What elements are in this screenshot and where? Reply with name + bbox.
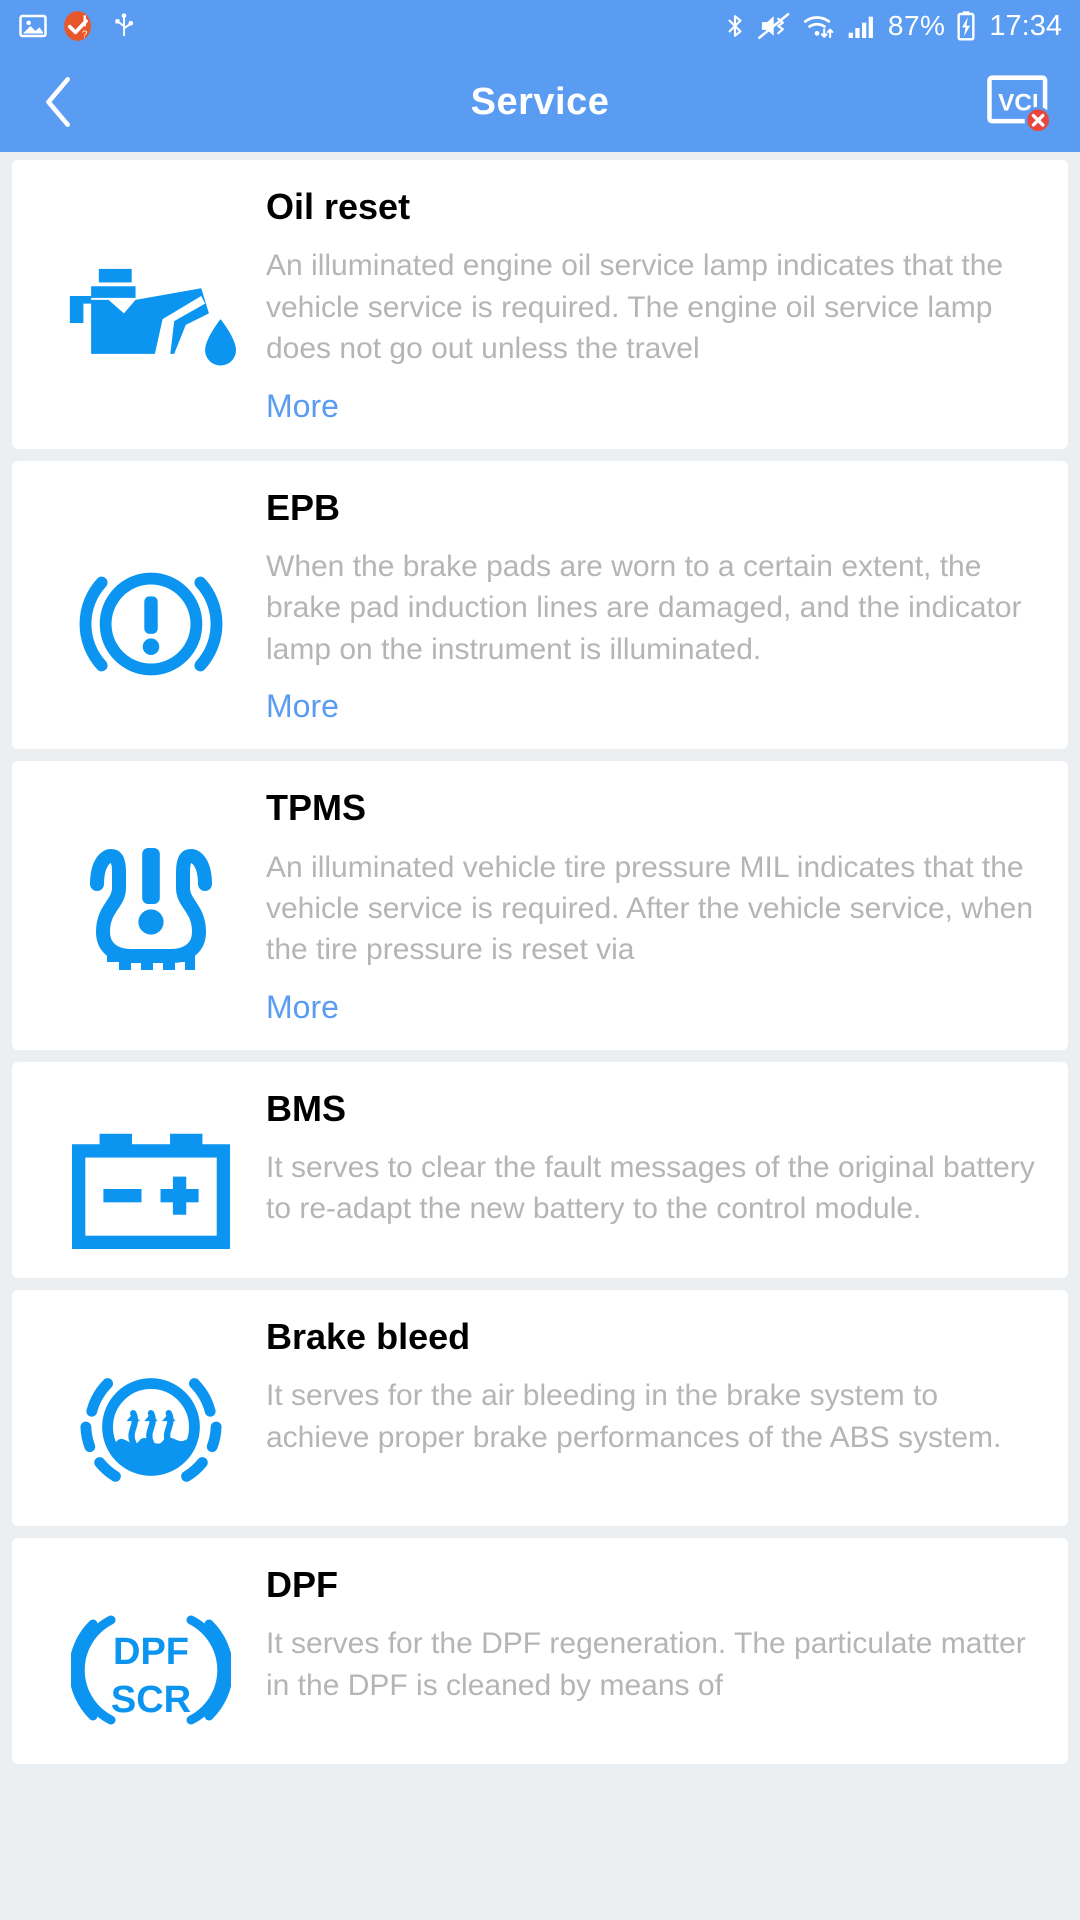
service-title: EPB xyxy=(266,486,341,528)
service-card-tpms[interactable]: TPMS An illuminated vehicle tire pressur… xyxy=(12,761,1068,1050)
service-title: DPF xyxy=(266,1563,338,1605)
service-card-body: DPF It serves for the DPF regeneration. … xyxy=(266,1564,1044,1740)
service-description: It serves to clear the fault messages of… xyxy=(266,1151,1035,1226)
vci-status-button[interactable]: VCI xyxy=(984,69,1054,135)
service-description: It serves for the DPF regeneration. The … xyxy=(266,1627,1026,1702)
service-card-body: EPB When the brake pads are worn to a ce… xyxy=(266,487,1044,726)
service-title: TPMS xyxy=(266,787,367,829)
service-card-body: BMS It serves to clear the fault message… xyxy=(266,1088,1044,1254)
app-bar: Service VCI xyxy=(0,52,1080,152)
more-link[interactable]: More xyxy=(266,989,339,1026)
service-card-bms[interactable]: BMS It serves to clear the fault message… xyxy=(12,1061,1068,1278)
service-title: Brake bleed xyxy=(266,1315,471,1357)
service-card-body: Oil reset An illuminated engine oil serv… xyxy=(266,186,1044,425)
svg-text:SCR: SCR xyxy=(111,1679,191,1721)
service-card-oil-reset[interactable]: Oil reset An illuminated engine oil serv… xyxy=(12,160,1068,449)
card-bottom-spacer xyxy=(266,1230,1038,1254)
cellular-signal-icon xyxy=(846,10,878,42)
brake-bleed-icon xyxy=(36,1316,266,1502)
clock-label: 17:34 xyxy=(989,9,1062,42)
status-bar-left-icons: ? xyxy=(18,9,138,43)
more-link[interactable]: More xyxy=(266,688,339,725)
mute-vibrate-icon xyxy=(757,10,792,42)
bluetooth-icon xyxy=(722,10,748,42)
oil-can-icon xyxy=(36,186,266,425)
status-bar-right-icons: 87% 17:34 xyxy=(722,10,1062,42)
check-badge-icon: ? xyxy=(62,9,96,43)
tire-pressure-icon xyxy=(36,787,266,1026)
battery-charging-icon xyxy=(955,10,977,42)
service-card-dpf[interactable]: DPF SCR DPF It serves for the DPF regene… xyxy=(12,1537,1068,1764)
page-title: Service xyxy=(470,80,610,123)
service-title: BMS xyxy=(266,1087,346,1129)
service-title: Oil reset xyxy=(266,186,411,227)
svg-text:DPF: DPF xyxy=(113,1631,189,1673)
service-description: When the brake pads are worn to a certai… xyxy=(266,549,1022,666)
dpf-scr-icon: DPF SCR xyxy=(36,1564,266,1740)
status-bar: ? 87% 17:34 xyxy=(0,0,1080,52)
service-description: An illuminated vehicle tire pressure MIL… xyxy=(266,850,1034,967)
svg-text:?: ? xyxy=(82,29,88,40)
battery-percent-label: 87% xyxy=(887,10,946,41)
service-description: It serves for the air bleeding in the br… xyxy=(266,1379,1002,1454)
chevron-left-icon xyxy=(46,76,71,128)
more-link[interactable]: More xyxy=(266,388,339,425)
usb-icon xyxy=(110,11,138,41)
image-icon xyxy=(18,11,48,41)
back-button[interactable] xyxy=(26,69,92,135)
service-card-body: Brake bleed It serves for the air bleedi… xyxy=(266,1316,1044,1502)
service-card-body: TPMS An illuminated vehicle tire pressur… xyxy=(266,787,1044,1026)
service-list: Oil reset An illuminated engine oil serv… xyxy=(0,152,1080,1764)
car-battery-icon xyxy=(36,1088,266,1254)
service-card-brake-bleed[interactable]: Brake bleed It serves for the air bleedi… xyxy=(12,1289,1068,1526)
service-card-epb[interactable]: EPB When the brake pads are worn to a ce… xyxy=(12,460,1068,750)
wifi-icon xyxy=(802,10,836,42)
card-bottom-spacer xyxy=(266,1458,1038,1482)
vci-icon: VCI xyxy=(987,75,1052,134)
epb-brake-warning-icon xyxy=(36,487,266,726)
service-description: An illuminated engine oil service lamp i… xyxy=(266,249,1004,366)
